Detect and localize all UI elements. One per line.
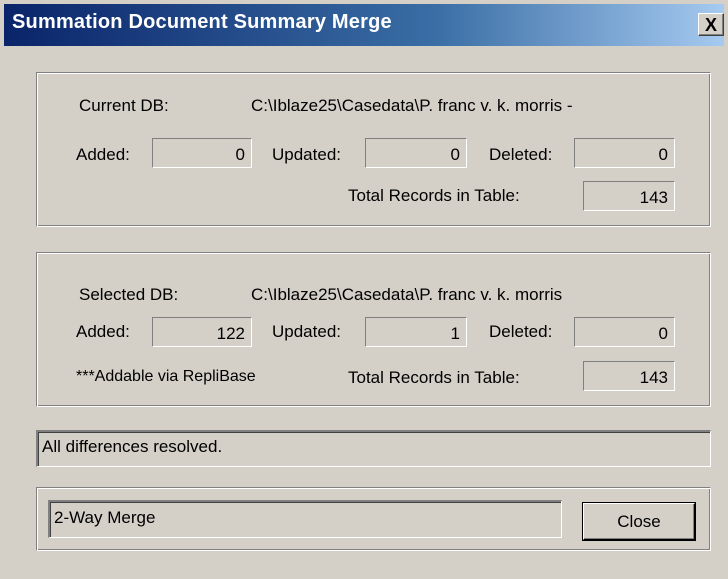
- current-total-label: Total Records in Table:: [348, 186, 520, 205]
- replibase-note: ***Addable via RepliBase: [76, 368, 256, 385]
- current-deleted-field: 0: [574, 138, 675, 168]
- selected-deleted-field: 0: [574, 317, 675, 347]
- selected-updated-field: 1: [365, 317, 467, 347]
- current-updated-label: Updated:: [272, 145, 341, 164]
- selected-added-field: 122: [152, 317, 252, 347]
- close-button[interactable]: Close: [583, 503, 695, 540]
- merge-dialog: Summation Document Summary Merge X Curre…: [0, 0, 728, 579]
- selected-total-field: 143: [583, 361, 675, 391]
- selected-updated-label: Updated:: [272, 322, 341, 341]
- close-icon[interactable]: X: [698, 13, 724, 36]
- current-added-label: Added:: [76, 145, 130, 164]
- selected-added-label: Added:: [76, 322, 130, 341]
- current-total-field: 143: [583, 181, 675, 211]
- current-deleted-label: Deleted:: [489, 145, 553, 164]
- selected-total-label: Total Records in Table:: [348, 368, 520, 387]
- selected-db-path: C:\Iblaze25\Casedata\P. franc v. k. morr…: [251, 285, 563, 304]
- current-added-field: 0: [152, 138, 252, 168]
- merge-mode-field: 2-Way Merge: [48, 500, 562, 538]
- status-message: All differences resolved.: [36, 430, 711, 467]
- current-updated-field: 0: [365, 138, 467, 168]
- title-bar[interactable]: Summation Document Summary Merge X: [4, 4, 724, 46]
- selected-db-label: Selected DB:: [79, 285, 179, 304]
- current-db-label: Current DB:: [79, 96, 169, 115]
- current-db-path: C:\Iblaze25\Casedata\P. franc v. k. morr…: [251, 96, 573, 115]
- window-title: Summation Document Summary Merge: [12, 11, 392, 33]
- selected-deleted-label: Deleted:: [489, 322, 553, 341]
